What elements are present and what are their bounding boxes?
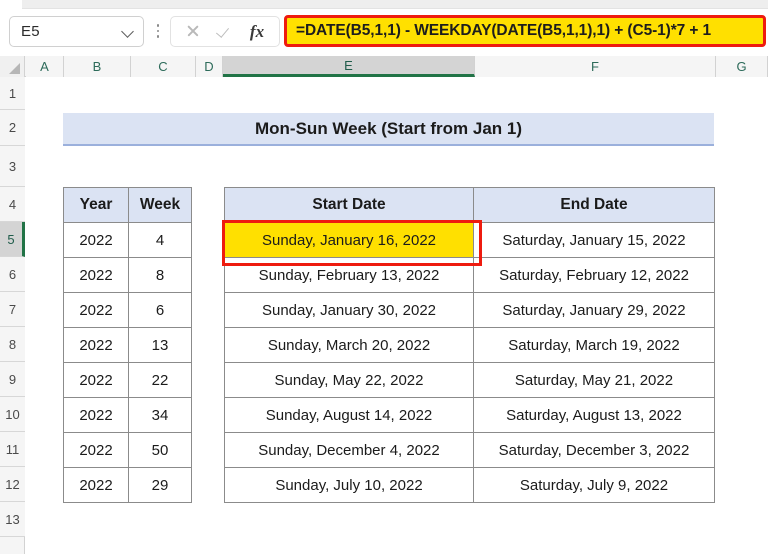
table-row: Sunday, January 30, 2022 Saturday, Januar… — [224, 292, 715, 328]
start-end-date-table: Start Date End Date Sunday, January 16, 2… — [222, 187, 715, 503]
year-week-cell[interactable]: 2022 — [63, 397, 129, 433]
select-all-corner[interactable] — [0, 56, 25, 77]
row-header-13[interactable]: 13 — [0, 502, 25, 537]
year-week-col-header: Year — [63, 187, 129, 223]
table-row: 2022 50 — [63, 432, 192, 468]
row-header-12[interactable]: 12 — [0, 467, 25, 502]
date-cell[interactable]: Saturday, January 15, 2022 — [473, 222, 715, 258]
table-row: 2022 29 — [63, 467, 192, 503]
date-col-header: Start Date — [224, 187, 474, 223]
row-header-band: 1 2 3 4 5 6 7 8 9 10 11 12 13 — [0, 77, 25, 554]
column-header-a[interactable]: A — [26, 56, 64, 77]
formula-input[interactable]: =DATE(B5,1,1) - WEEKDAY(DATE(B5,1,1),1) … — [284, 15, 766, 47]
active-cell[interactable]: Sunday, January 16, 2022 — [222, 220, 483, 267]
table-row: Sunday, February 13, 2022 Saturday, Febru… — [224, 257, 715, 293]
date-cell[interactable]: Saturday, February 12, 2022 — [473, 257, 715, 293]
date-cell[interactable]: Saturday, December 3, 2022 — [473, 432, 715, 468]
year-week-table: Year Week 2022 4 2022 8 2022 6 2022 13 2022 22 2022… — [63, 187, 192, 503]
date-cell[interactable]: Sunday, January 30, 2022 — [224, 292, 474, 328]
row-header-4[interactable]: 4 — [0, 187, 25, 222]
year-week-cell[interactable]: 2022 — [63, 327, 129, 363]
date-cell[interactable]: Saturday, August 13, 2022 — [473, 397, 715, 433]
check-icon — [217, 24, 233, 38]
column-header-c[interactable]: C — [131, 56, 196, 77]
date-cell[interactable]: Sunday, March 20, 2022 — [224, 327, 474, 363]
column-header-b[interactable]: B — [64, 56, 131, 77]
row-header-9[interactable]: 9 — [0, 362, 25, 397]
table-row: Sunday, July 10, 2022 Saturday, July 9, 2… — [224, 467, 715, 503]
table-row: Sunday, March 20, 2022 Saturday, March 19… — [224, 327, 715, 363]
table-row: 2022 4 — [63, 222, 192, 258]
name-box-value: E5 — [21, 22, 40, 40]
name-box[interactable]: E5 — [9, 15, 144, 47]
year-week-cell[interactable]: 2022 — [63, 467, 129, 503]
year-week-cell[interactable]: 50 — [128, 432, 192, 468]
row-header-3[interactable]: 3 — [0, 146, 25, 187]
date-col-header: End Date — [473, 187, 715, 223]
date-cell[interactable]: Sunday, December 4, 2022 — [224, 432, 474, 468]
date-cell[interactable]: Sunday, February 13, 2022 — [224, 257, 474, 293]
year-week-cell[interactable]: 34 — [128, 397, 192, 433]
row-header-7[interactable]: 7 — [0, 292, 25, 327]
date-cell[interactable]: Sunday, August 14, 2022 — [224, 397, 474, 433]
table-row: 2022 34 — [63, 397, 192, 433]
table-row: Sunday, August 14, 2022 Saturday, August … — [224, 397, 715, 433]
table-row: Sunday, December 4, 2022 Saturday, Decemb… — [224, 432, 715, 468]
chevron-down-icon[interactable] — [123, 26, 134, 37]
row-header-2[interactable]: 2 — [0, 110, 25, 146]
year-week-cell[interactable]: 13 — [128, 327, 192, 363]
table-row: 2022 6 — [63, 292, 192, 328]
row-header-8[interactable]: 8 — [0, 327, 25, 362]
year-week-cell[interactable]: 2022 — [63, 257, 129, 293]
close-icon — [186, 24, 200, 38]
row-header-5[interactable]: 5 — [0, 222, 25, 257]
date-cell[interactable]: Saturday, March 19, 2022 — [473, 327, 715, 363]
date-cell[interactable]: Saturday, July 9, 2022 — [473, 467, 715, 503]
year-week-cell[interactable]: 8 — [128, 257, 192, 293]
title-banner: Mon-Sun Week (Start from Jan 1) — [63, 113, 714, 146]
fx-icon: fx — [249, 21, 265, 41]
year-week-cell[interactable]: 4 — [128, 222, 192, 258]
year-week-cell[interactable]: 2022 — [63, 292, 129, 328]
year-week-cell[interactable]: 22 — [128, 362, 192, 398]
year-week-col-header: Week — [128, 187, 192, 223]
table-header-row: Start Date End Date — [224, 187, 715, 223]
year-week-cell[interactable]: 2022 — [63, 362, 129, 398]
page-title: Mon-Sun Week (Start from Jan 1) — [255, 118, 522, 138]
toolbar-strip — [0, 0, 768, 9]
row-header-11[interactable]: 11 — [0, 432, 25, 467]
table-row: 2022 8 — [63, 257, 192, 293]
year-week-cell[interactable]: 2022 — [63, 432, 129, 468]
formula-bar-row: E5 fx =DATE(B5,1,1) - WEEKDAY(DATE(B5,1,… — [0, 9, 768, 53]
year-week-cell[interactable]: 29 — [128, 467, 192, 503]
date-cell[interactable]: Sunday, July 10, 2022 — [224, 467, 474, 503]
column-header-f[interactable]: F — [475, 56, 716, 77]
insert-function-button[interactable]: fx — [242, 18, 272, 44]
worksheet-grid[interactable]: Mon-Sun Week (Start from Jan 1) Year Week… — [26, 77, 768, 554]
column-header-band: ABCDEFG — [0, 56, 768, 77]
table-row: Sunday, January 16, 2022 Saturday, Januar… — [222, 220, 715, 267]
column-header-e[interactable]: E — [223, 56, 475, 77]
table-row: 2022 13 — [63, 327, 192, 363]
row-header-10[interactable]: 10 — [0, 397, 25, 432]
date-cell[interactable]: Saturday, May 21, 2022 — [473, 362, 715, 398]
date-cell[interactable]: Sunday, May 22, 2022 — [224, 362, 474, 398]
table-row: 2022 22 — [63, 362, 192, 398]
year-week-cell[interactable]: 6 — [128, 292, 192, 328]
formula-action-buttons: fx — [170, 15, 280, 47]
table-row: Sunday, May 22, 2022 Saturday, May 21, 20… — [224, 362, 715, 398]
row-header-1[interactable]: 1 — [0, 77, 25, 110]
excel-window: E5 fx =DATE(B5,1,1) - WEEKDAY(DATE(B5,1,… — [0, 0, 768, 554]
column-header-g[interactable]: G — [716, 56, 768, 77]
date-cell[interactable]: Saturday, January 29, 2022 — [473, 292, 715, 328]
table-header-row: Year Week — [63, 187, 192, 223]
confirm-formula-button[interactable] — [210, 18, 240, 44]
more-vertical-icon[interactable] — [149, 18, 167, 44]
formula-text: =DATE(B5,1,1) - WEEKDAY(DATE(B5,1,1),1) … — [296, 22, 712, 39]
cancel-formula-button[interactable] — [178, 18, 208, 44]
row-header-6[interactable]: 6 — [0, 257, 25, 292]
year-week-cell[interactable]: 2022 — [63, 222, 129, 258]
column-header-d[interactable]: D — [196, 56, 223, 77]
